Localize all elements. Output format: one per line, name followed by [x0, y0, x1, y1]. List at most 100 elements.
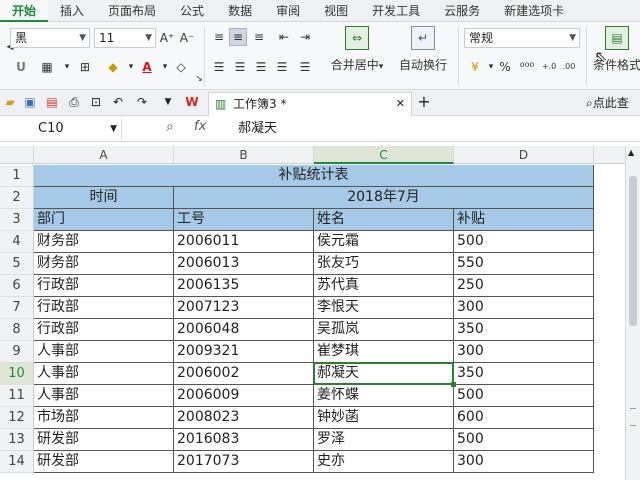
table-cell[interactable]: 300	[454, 341, 594, 363]
table-cell[interactable]: 350	[454, 363, 594, 385]
table-cell[interactable]: 侯元霜	[314, 231, 454, 253]
menu-tab[interactable]: 新建选项卡	[492, 0, 576, 22]
decrease-font-icon[interactable]: A⁻	[178, 29, 196, 47]
row-header[interactable]: 6	[0, 275, 34, 297]
menu-tab[interactable]: 云服务	[432, 0, 492, 22]
open-folder-icon[interactable]: ▰	[2, 94, 18, 110]
table-cell[interactable]: 财务部	[34, 253, 174, 275]
clear-format-icon[interactable]: ◇	[172, 58, 190, 76]
column-title-cell[interactable]: 部门	[34, 209, 174, 231]
column-header-c[interactable]: C	[314, 146, 454, 164]
fill-color-icon[interactable]: ◆	[104, 58, 122, 76]
row-header[interactable]: 10	[0, 363, 34, 385]
new-tab-icon[interactable]: +	[416, 94, 432, 110]
print-icon[interactable]: ⎙	[66, 94, 82, 110]
column-title-cell[interactable]: 工号	[174, 209, 314, 231]
chevron-down-icon[interactable]: ▾	[58, 58, 76, 76]
table-cell[interactable]: 财务部	[34, 231, 174, 253]
fill-handle[interactable]	[451, 382, 456, 387]
column-header-a[interactable]: A	[34, 146, 174, 164]
row-header[interactable]: 3	[0, 209, 34, 231]
table-cell[interactable]: 行政部	[34, 275, 174, 297]
column-title-cell[interactable]: 补贴	[454, 209, 594, 231]
menu-tab[interactable]: 开发工具	[360, 0, 432, 22]
table-cell[interactable]: 250	[454, 275, 594, 297]
table-cell[interactable]: 500	[454, 429, 594, 451]
row-header[interactable]: 11	[0, 385, 34, 407]
table-cell[interactable]: 人事部	[34, 341, 174, 363]
dialog-launcher-icon[interactable]: ↘	[190, 70, 208, 88]
table-cell[interactable]: 2016083	[174, 429, 314, 451]
decrease-indent-icon[interactable]: ⇤	[275, 28, 293, 46]
table-cell[interactable]: 300	[454, 451, 594, 473]
menu-tab[interactable]: 页面布局	[96, 0, 168, 22]
export-pdf-icon[interactable]: ▤	[44, 94, 60, 110]
time-label-cell[interactable]: 时间	[34, 187, 174, 209]
select-all-corner[interactable]	[0, 146, 34, 164]
table-cell[interactable]: 2006009	[174, 385, 314, 407]
zoom-icon[interactable]: ⌕	[166, 119, 174, 135]
chevron-down-icon[interactable]: ▼	[110, 119, 117, 139]
underline-icon[interactable]: U	[12, 58, 30, 76]
spreadsheet-grid[interactable]: A B C D 1 2 3 4 5 6 7 8 9 10 11 12 13 14 补贴统计表 时间 2018年7…	[0, 146, 625, 480]
align-left-icon[interactable]: ☰	[210, 58, 228, 76]
table-cell[interactable]: 600	[454, 407, 594, 429]
table-cell[interactable]: 姜怀蝶	[314, 385, 454, 407]
row-header[interactable]: 1	[0, 165, 34, 187]
undo-icon[interactable]: ↶	[110, 94, 126, 110]
align-bottom-icon[interactable]: ≡	[250, 28, 268, 46]
table-cell[interactable]: 2009321	[174, 341, 314, 363]
increase-font-icon[interactable]: A⁺	[158, 29, 176, 47]
table-cell[interactable]: 吴孤岚	[314, 319, 454, 341]
table-cell[interactable]: 罗泽	[314, 429, 454, 451]
redo-icon[interactable]: ↷	[134, 94, 150, 110]
font-name-select[interactable]: 黑 ▼	[10, 28, 90, 48]
table-cell[interactable]: 人事部	[34, 385, 174, 407]
wrap-text-button[interactable]: ↵ 自动换行	[396, 26, 450, 73]
name-box[interactable]: C10 ▼	[0, 119, 122, 139]
table-cell[interactable]: 研发部	[34, 451, 174, 473]
row-header[interactable]: 4	[0, 231, 34, 253]
table-cell[interactable]: 2006011	[174, 231, 314, 253]
period-cell[interactable]: 2018年7月	[174, 187, 594, 209]
table-cell[interactable]: 郝凝天	[314, 363, 454, 385]
font-size-select[interactable]: 11 ▼	[94, 28, 156, 48]
menu-tab[interactable]: 公式	[168, 0, 216, 22]
table-cell[interactable]: 李恨天	[314, 297, 454, 319]
percent-button[interactable]: %	[496, 58, 514, 76]
row-header[interactable]: 12	[0, 407, 34, 429]
table-cell[interactable]: 300	[454, 297, 594, 319]
sheet-title-cell[interactable]: 补贴统计表	[34, 165, 594, 187]
table-cell[interactable]: 史亦	[314, 451, 454, 473]
align-middle-icon[interactable]: ≡	[229, 28, 247, 46]
row-header[interactable]: 14	[0, 451, 34, 473]
row-header[interactable]: 13	[0, 429, 34, 451]
table-cell[interactable]: 2008023	[174, 407, 314, 429]
scrollbar-thumb[interactable]	[629, 176, 637, 326]
menu-tab[interactable]: 开始	[0, 0, 49, 22]
table-cell[interactable]: 500	[454, 385, 594, 407]
column-header-d[interactable]: D	[454, 146, 594, 164]
print-preview-icon[interactable]: ⊡	[88, 94, 104, 110]
font-color-icon[interactable]: A	[138, 58, 156, 76]
column-header-b[interactable]: B	[174, 146, 314, 164]
scroll-split-icon[interactable]	[630, 408, 636, 426]
table-cell[interactable]: 2006013	[174, 253, 314, 275]
align-top-icon[interactable]: ≡	[210, 28, 228, 46]
search-box[interactable]: ⌕点此查	[586, 90, 629, 116]
merge-grid-icon[interactable]: ⊞	[76, 58, 94, 76]
number-format-select[interactable]: 常规 ▼	[464, 28, 580, 48]
table-cell[interactable]: 2007123	[174, 297, 314, 319]
save-icon[interactable]: ▣	[22, 94, 38, 110]
decrease-decimal-icon[interactable]: .00	[560, 58, 578, 76]
increase-indent-icon[interactable]: ⇥	[296, 28, 314, 46]
menu-tab[interactable]: 视图	[312, 0, 360, 22]
document-tab[interactable]: ▥ 工作簿3 * ✕	[208, 92, 412, 116]
column-title-cell[interactable]: 姓名	[314, 209, 454, 231]
table-cell[interactable]: 行政部	[34, 319, 174, 341]
table-cell[interactable]: 崔梦琪	[314, 341, 454, 363]
row-header[interactable]: 5	[0, 253, 34, 275]
table-cell[interactable]: 市场部	[34, 407, 174, 429]
table-cell[interactable]: 2017073	[174, 451, 314, 473]
scroll-up-icon[interactable]: ▲	[628, 148, 634, 157]
